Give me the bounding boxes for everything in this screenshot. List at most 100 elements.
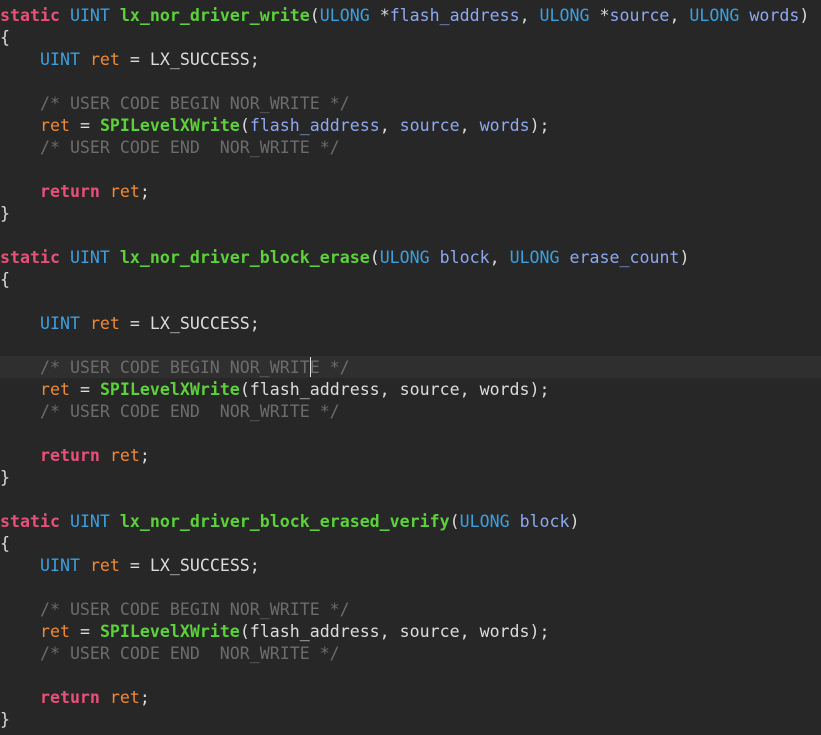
code-line[interactable]: }	[0, 709, 809, 731]
code-line[interactable]: UINT ret = LX_SUCCESS;	[0, 313, 809, 335]
code-line[interactable]: {	[0, 533, 809, 555]
code-line[interactable]: return ret;	[0, 445, 809, 467]
code-token-plain: = LX_SUCCESS;	[119, 50, 260, 69]
code-token-plain: );	[529, 116, 550, 135]
code-line[interactable]: ret = SPILevelXWrite(flash_address, sour…	[0, 621, 809, 643]
code-line[interactable]: UINT ret = LX_SUCCESS;	[0, 49, 809, 71]
code-token-parameter: flash_address	[249, 116, 380, 135]
code-token-plain: {	[0, 270, 10, 289]
code-token-plain: {	[0, 534, 10, 553]
code-token-keyword: return	[39, 688, 100, 707]
code-line[interactable]	[0, 71, 809, 93]
code-line[interactable]	[0, 159, 809, 181]
code-token-plain: =	[69, 622, 100, 641]
code-line[interactable]: /* USER CODE BEGIN NOR_WRITE */	[0, 599, 809, 621]
code-token-type: ULONG	[459, 512, 510, 531]
code-line[interactable]: /* USER CODE END NOR_WRITE */	[0, 137, 809, 159]
code-token-plain: (	[309, 6, 320, 25]
code-line[interactable]	[0, 577, 809, 599]
code-editor[interactable]: static UINT lx_nor_driver_write(ULONG *f…	[0, 0, 821, 735]
code-line[interactable]: /* USER CODE BEGIN NOR_WRITE */	[0, 93, 809, 115]
code-line[interactable]: /* USER CODE END NOR_WRITE */	[0, 401, 809, 423]
code-token-function: SPILevelXWrite	[99, 380, 240, 399]
code-token-local-variable: ret	[109, 182, 140, 201]
code-token-plain: ;	[139, 446, 150, 465]
code-token-plain: }	[0, 204, 10, 223]
code-token-local-variable: ret	[89, 50, 120, 69]
code-token-type: ULONG	[539, 6, 590, 25]
code-line[interactable]: return ret;	[0, 687, 809, 709]
code-token-type: ULONG	[689, 6, 740, 25]
code-token-plain: }	[0, 468, 10, 487]
code-token-type: UINT	[69, 248, 110, 267]
code-token-type: UINT	[39, 314, 80, 333]
code-token-plain: {	[0, 28, 10, 47]
code-line[interactable]: /* USER CODE END NOR_WRITE */	[0, 643, 809, 665]
code-token-plain: )	[799, 6, 810, 25]
code-line[interactable]: ret = SPILevelXWrite(flash_address, sour…	[0, 115, 809, 137]
code-token-plain: (	[449, 512, 460, 531]
code-token-plain: = LX_SUCCESS;	[119, 556, 260, 575]
code-token-comment: /* USER CODE END NOR_WRITE */	[39, 644, 340, 663]
code-token-function: lx_nor_driver_block_erased_verify	[119, 512, 450, 531]
code-token-parameter: block	[519, 512, 570, 531]
code-token-plain: ,	[669, 6, 690, 25]
code-line[interactable]	[0, 665, 809, 687]
code-line[interactable]: /* USER CODE BEGIN NOR_WRITE */	[0, 357, 809, 379]
code-line[interactable]	[0, 423, 809, 445]
code-token-plain: ;	[139, 688, 150, 707]
code-token-plain: )	[679, 248, 690, 267]
code-token-comment: /* USER CODE END NOR_WRITE */	[39, 402, 340, 421]
code-line[interactable]: {	[0, 27, 809, 49]
code-line[interactable]: UINT ret = LX_SUCCESS;	[0, 555, 809, 577]
code-token-parameter: words	[479, 116, 530, 135]
code-line[interactable]	[0, 291, 809, 313]
code-token-local-variable: ret	[39, 116, 70, 135]
code-token-keyword: static	[0, 248, 60, 267]
code-line[interactable]: {	[0, 269, 809, 291]
code-line[interactable]	[0, 335, 809, 357]
code-line[interactable]: ret = SPILevelXWrite(flash_address, sour…	[0, 379, 809, 401]
code-line[interactable]: static UINT lx_nor_driver_block_erase(UL…	[0, 247, 809, 269]
code-line[interactable]: return ret;	[0, 181, 809, 203]
code-line[interactable]	[0, 489, 809, 511]
code-line[interactable]	[0, 225, 809, 247]
code-token-type: UINT	[69, 6, 110, 25]
code-token-function: SPILevelXWrite	[99, 622, 240, 641]
code-token-comment: /* USER CODE BEGIN NOR_WRITE */	[39, 94, 350, 113]
code-token-type: UINT	[39, 556, 80, 575]
code-token-type: UINT	[69, 512, 110, 531]
code-line[interactable]: }	[0, 203, 809, 225]
code-token-plain: )	[569, 512, 580, 531]
code-line[interactable]: static UINT lx_nor_driver_write(ULONG *f…	[0, 5, 809, 27]
code-text-area[interactable]: static UINT lx_nor_driver_write(ULONG *f…	[0, 5, 809, 731]
code-token-plain: *	[369, 6, 390, 25]
code-line[interactable]: }	[0, 467, 809, 489]
code-token-local-variable: ret	[89, 556, 120, 575]
code-token-parameter: block	[439, 248, 490, 267]
code-token-type: UINT	[39, 50, 80, 69]
code-token-plain: ,	[459, 116, 480, 135]
code-token-plain: (flash_address, source, words);	[239, 622, 550, 641]
code-line[interactable]: static UINT lx_nor_driver_block_erased_v…	[0, 511, 809, 533]
code-token-keyword: static	[0, 512, 60, 531]
code-token-plain: (	[369, 248, 380, 267]
